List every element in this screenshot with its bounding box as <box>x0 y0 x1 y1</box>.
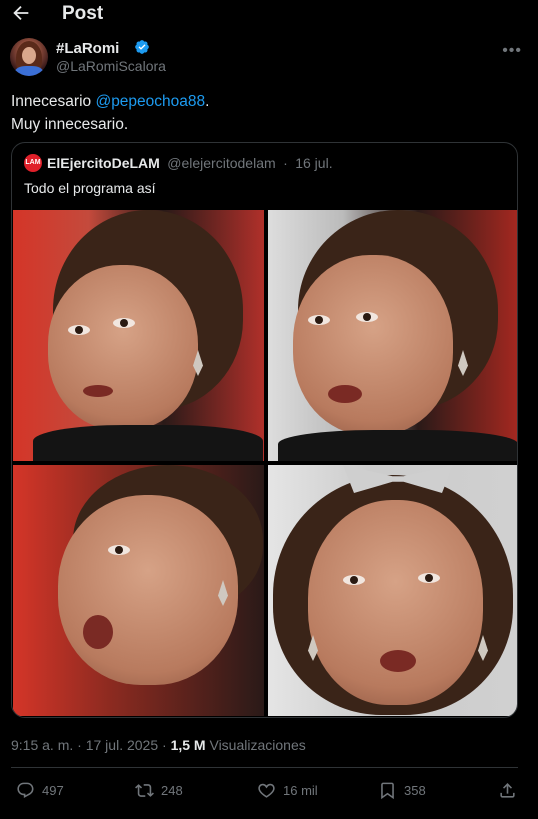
share-icon <box>500 782 515 798</box>
bookmark-icon <box>381 782 394 799</box>
quoted-author-name: ElEjercitoDeLAM <box>47 155 160 171</box>
back-arrow-icon[interactable] <box>10 2 32 24</box>
media-photo-1[interactable] <box>13 210 264 461</box>
reply-icon <box>17 782 34 798</box>
quoted-tweet-header: LAM ElEjercitoDeLAM @elejercitodelam · 16… <box>24 154 333 172</box>
action-bar: 497 248 16 mil 358 <box>0 778 538 802</box>
post-time: 9:15 a. m. <box>11 737 74 753</box>
share-button[interactable] <box>498 778 524 802</box>
views-count: 1,5 M <box>170 737 206 753</box>
divider-top <box>11 767 518 768</box>
quoted-tweet[interactable]: LAM ElEjercitoDeLAM @elejercitodelam · 16… <box>11 142 518 718</box>
quoted-text: Todo el programa así <box>24 180 156 196</box>
media-photo-4[interactable] <box>268 465 517 716</box>
bookmark-button[interactable]: 358 <box>378 778 426 802</box>
author-handle[interactable]: @LaRomiScalora <box>56 58 166 74</box>
more-options-icon[interactable]: ••• <box>502 42 522 60</box>
repost-count: 248 <box>161 782 183 798</box>
mention-link[interactable]: @pepeochoa88 <box>95 93 205 110</box>
quoted-avatar: LAM <box>24 154 42 172</box>
reply-count: 497 <box>42 782 64 798</box>
top-bar: Post <box>0 0 538 30</box>
repost-button[interactable]: 248 <box>135 778 183 802</box>
bookmark-count: 358 <box>404 782 426 798</box>
heart-icon <box>258 783 275 798</box>
reply-button[interactable]: 497 <box>16 778 64 802</box>
tweet-line-2: Muy innecesario. <box>11 116 129 133</box>
post-date: 17 jul. 2025 <box>85 737 159 753</box>
like-count: 16 mil <box>283 782 318 798</box>
page-title: Post <box>62 3 104 24</box>
tweet-text: Innecesario @pepeochoa88. Muy innecesari… <box>11 90 209 136</box>
quoted-date: 16 jul. <box>295 155 333 171</box>
tweet-line-1: Innecesario @pepeochoa88. <box>11 93 210 110</box>
repost-icon <box>135 783 154 797</box>
media-grid[interactable] <box>13 210 517 716</box>
media-photo-2[interactable] <box>268 210 517 461</box>
media-photo-3[interactable] <box>13 465 264 716</box>
avatar[interactable] <box>10 38 48 76</box>
post-meta: 9:15 a. m. · 17 jul. 2025 · 1,5 M Visual… <box>11 737 306 753</box>
author-row: #LaRomi @LaRomiScalora ••• <box>10 38 530 78</box>
like-button[interactable]: 16 mil <box>257 778 318 802</box>
author-name[interactable]: #LaRomi <box>56 40 119 57</box>
quoted-author-handle: @elejercitodelam <box>167 155 276 171</box>
verified-badge-icon <box>135 40 149 54</box>
views-label: Visualizaciones <box>209 737 306 753</box>
